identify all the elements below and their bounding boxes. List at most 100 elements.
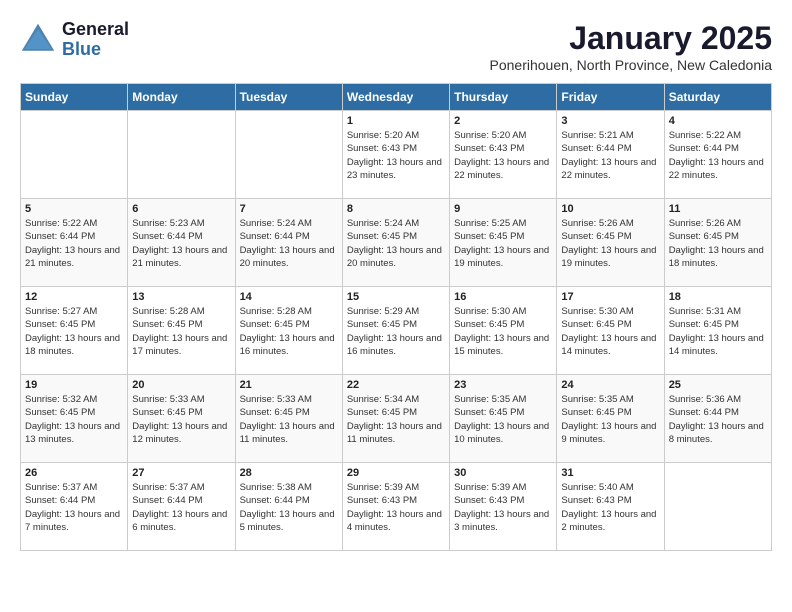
col-header-saturday: Saturday	[664, 84, 771, 111]
day-detail: Sunrise: 5:36 AMSunset: 6:44 PMDaylight:…	[669, 393, 767, 446]
day-detail: Sunrise: 5:34 AMSunset: 6:45 PMDaylight:…	[347, 393, 445, 446]
day-number: 29	[347, 467, 445, 479]
day-detail: Sunrise: 5:39 AMSunset: 6:43 PMDaylight:…	[454, 481, 552, 534]
day-cell: 4Sunrise: 5:22 AMSunset: 6:44 PMDaylight…	[664, 111, 771, 199]
day-detail: Sunrise: 5:37 AMSunset: 6:44 PMDaylight:…	[25, 481, 123, 534]
logo-line1: General	[62, 20, 129, 40]
day-number: 13	[132, 291, 230, 303]
day-cell: 7 Sunrise: 5:24 AMSunset: 6:44 PMDaylight…	[235, 199, 342, 287]
day-detail: Sunrise: 5:32 AMSunset: 6:45 PMDaylight:…	[25, 393, 123, 446]
day-number: 20	[132, 379, 230, 391]
week-row-4: 19Sunrise: 5:32 AMSunset: 6:45 PMDayligh…	[21, 375, 772, 463]
day-cell: 18 Sunrise: 5:31 AMSunset: 6:45 PMDayligh…	[664, 287, 771, 375]
day-detail: Sunrise: 5:20 AMSunset: 6:43 PMDaylight:…	[454, 129, 552, 182]
day-detail: Sunrise: 5:27 AMSunset: 6:45 PMDaylight:…	[25, 305, 123, 358]
day-detail: Sunrise: 5:29 AMSunset: 6:45 PMDaylight:…	[347, 305, 445, 358]
header-row: SundayMondayTuesdayWednesdayThursdayFrid…	[21, 84, 772, 111]
day-detail: Sunrise: 5:24 AMSunset: 6:44 PMDaylight:…	[240, 217, 338, 270]
day-number: 10	[561, 203, 659, 215]
day-number: 27	[132, 467, 230, 479]
day-number: 30	[454, 467, 552, 479]
day-number: 23	[454, 379, 552, 391]
day-detail: Sunrise: 5:38 AMSunset: 6:44 PMDaylight:…	[240, 481, 338, 534]
day-cell: 17Sunrise: 5:30 AMSunset: 6:45 PMDayligh…	[557, 287, 664, 375]
day-cell: 20 Sunrise: 5:33 AMSunset: 6:45 PMDayligh…	[128, 375, 235, 463]
day-number: 8	[347, 203, 445, 215]
logo-line2: Blue	[62, 40, 129, 60]
day-number: 9	[454, 203, 552, 215]
day-detail: Sunrise: 5:30 AMSunset: 6:45 PMDaylight:…	[561, 305, 659, 358]
day-cell: 8Sunrise: 5:24 AMSunset: 6:45 PMDaylight…	[342, 199, 449, 287]
logo: General Blue	[20, 20, 129, 60]
col-header-thursday: Thursday	[450, 84, 557, 111]
day-number: 7	[240, 203, 338, 215]
col-header-monday: Monday	[128, 84, 235, 111]
week-row-3: 12 Sunrise: 5:27 AMSunset: 6:45 PMDayligh…	[21, 287, 772, 375]
day-number: 4	[669, 115, 767, 127]
day-cell: 27Sunrise: 5:37 AMSunset: 6:44 PMDayligh…	[128, 463, 235, 551]
week-row-1: 1 Sunrise: 5:20 AMSunset: 6:43 PMDaylight…	[21, 111, 772, 199]
day-cell	[235, 111, 342, 199]
day-number: 6	[132, 203, 230, 215]
day-detail: Sunrise: 5:31 AMSunset: 6:45 PMDaylight:…	[669, 305, 767, 358]
calendar-table: SundayMondayTuesdayWednesdayThursdayFrid…	[20, 83, 772, 551]
day-number: 21	[240, 379, 338, 391]
day-number: 14	[240, 291, 338, 303]
day-cell: 21 Sunrise: 5:33 AMSunset: 6:45 PMDayligh…	[235, 375, 342, 463]
day-detail: Sunrise: 5:23 AMSunset: 6:44 PMDaylight:…	[132, 217, 230, 270]
col-header-wednesday: Wednesday	[342, 84, 449, 111]
title-block: January 2025 Ponerihouen, North Province…	[490, 20, 773, 73]
day-detail: Sunrise: 5:26 AMSunset: 6:45 PMDaylight:…	[669, 217, 767, 270]
day-number: 15	[347, 291, 445, 303]
day-cell	[664, 463, 771, 551]
day-cell: 10Sunrise: 5:26 AMSunset: 6:45 PMDayligh…	[557, 199, 664, 287]
day-cell: 6 Sunrise: 5:23 AMSunset: 6:44 PMDaylight…	[128, 199, 235, 287]
day-number: 25	[669, 379, 767, 391]
day-number: 1	[347, 115, 445, 127]
day-cell: 15 Sunrise: 5:29 AMSunset: 6:45 PMDayligh…	[342, 287, 449, 375]
day-number: 31	[561, 467, 659, 479]
day-cell: 26 Sunrise: 5:37 AMSunset: 6:44 PMDayligh…	[21, 463, 128, 551]
day-cell: 13 Sunrise: 5:28 AMSunset: 6:45 PMDayligh…	[128, 287, 235, 375]
week-row-2: 5Sunrise: 5:22 AMSunset: 6:44 PMDaylight…	[21, 199, 772, 287]
day-cell: 5Sunrise: 5:22 AMSunset: 6:44 PMDaylight…	[21, 199, 128, 287]
day-cell	[21, 111, 128, 199]
day-number: 22	[347, 379, 445, 391]
day-cell: 3 Sunrise: 5:21 AMSunset: 6:44 PMDaylight…	[557, 111, 664, 199]
day-cell: 31 Sunrise: 5:40 AMSunset: 6:43 PMDayligh…	[557, 463, 664, 551]
day-detail: Sunrise: 5:21 AMSunset: 6:44 PMDaylight:…	[561, 129, 659, 182]
day-cell: 9 Sunrise: 5:25 AMSunset: 6:45 PMDaylight…	[450, 199, 557, 287]
day-detail: Sunrise: 5:40 AMSunset: 6:43 PMDaylight:…	[561, 481, 659, 534]
day-number: 3	[561, 115, 659, 127]
day-cell: 12 Sunrise: 5:27 AMSunset: 6:45 PMDayligh…	[21, 287, 128, 375]
day-detail: Sunrise: 5:35 AMSunset: 6:45 PMDaylight:…	[561, 393, 659, 446]
day-number: 26	[25, 467, 123, 479]
day-number: 28	[240, 467, 338, 479]
col-header-tuesday: Tuesday	[235, 84, 342, 111]
day-detail: Sunrise: 5:33 AMSunset: 6:45 PMDaylight:…	[132, 393, 230, 446]
logo-icon	[20, 22, 56, 58]
day-detail: Sunrise: 5:28 AMSunset: 6:45 PMDaylight:…	[132, 305, 230, 358]
day-detail: Sunrise: 5:30 AMSunset: 6:45 PMDaylight:…	[454, 305, 552, 358]
week-row-5: 26 Sunrise: 5:37 AMSunset: 6:44 PMDayligh…	[21, 463, 772, 551]
day-detail: Sunrise: 5:35 AMSunset: 6:45 PMDaylight:…	[454, 393, 552, 446]
day-detail: Sunrise: 5:22 AMSunset: 6:44 PMDaylight:…	[25, 217, 123, 270]
location-subtitle: Ponerihouen, North Province, New Caledon…	[490, 57, 773, 73]
day-number: 24	[561, 379, 659, 391]
day-number: 12	[25, 291, 123, 303]
day-cell: 28 Sunrise: 5:38 AMSunset: 6:44 PMDayligh…	[235, 463, 342, 551]
col-header-sunday: Sunday	[21, 84, 128, 111]
day-detail: Sunrise: 5:33 AMSunset: 6:45 PMDaylight:…	[240, 393, 338, 446]
day-cell: 19Sunrise: 5:32 AMSunset: 6:45 PMDayligh…	[21, 375, 128, 463]
day-detail: Sunrise: 5:25 AMSunset: 6:45 PMDaylight:…	[454, 217, 552, 270]
day-detail: Sunrise: 5:20 AMSunset: 6:43 PMDaylight:…	[347, 129, 445, 182]
day-cell: 23 Sunrise: 5:35 AMSunset: 6:45 PMDayligh…	[450, 375, 557, 463]
col-header-friday: Friday	[557, 84, 664, 111]
day-cell	[128, 111, 235, 199]
day-cell: 11Sunrise: 5:26 AMSunset: 6:45 PMDayligh…	[664, 199, 771, 287]
day-cell: 29Sunrise: 5:39 AMSunset: 6:43 PMDayligh…	[342, 463, 449, 551]
day-number: 2	[454, 115, 552, 127]
day-cell: 30 Sunrise: 5:39 AMSunset: 6:43 PMDayligh…	[450, 463, 557, 551]
day-cell: 14Sunrise: 5:28 AMSunset: 6:45 PMDayligh…	[235, 287, 342, 375]
day-number: 18	[669, 291, 767, 303]
